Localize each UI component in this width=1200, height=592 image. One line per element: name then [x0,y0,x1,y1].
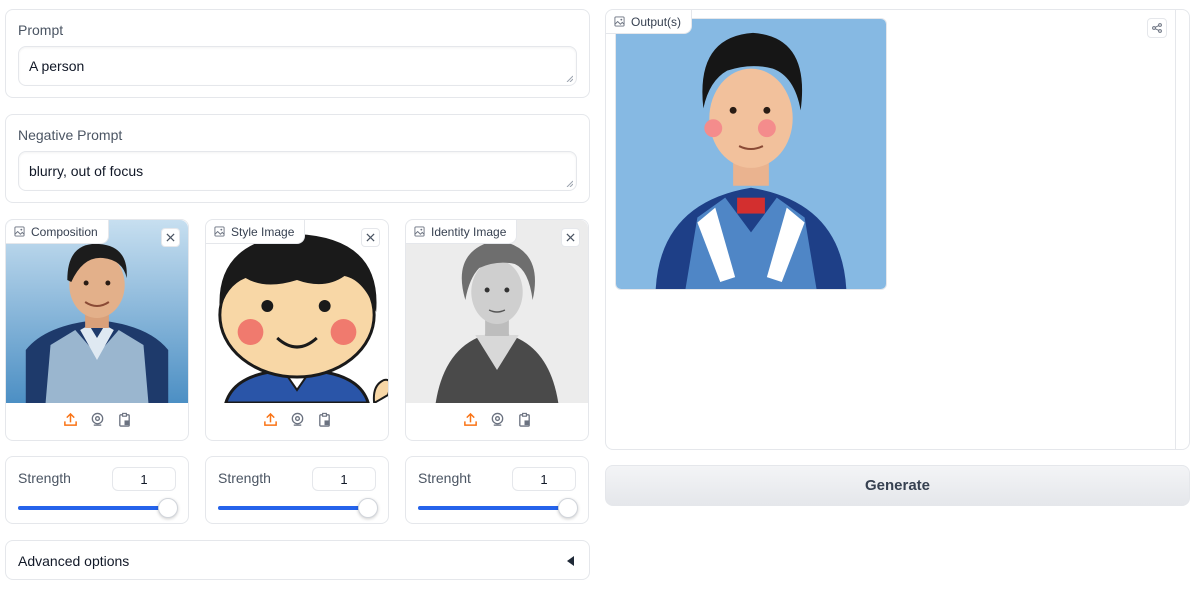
remove-identity-image-button[interactable] [561,228,580,247]
upload-icon[interactable] [263,412,278,427]
strength-slider[interactable] [418,498,579,518]
remove-composition-button[interactable] [161,228,180,247]
strength-label: Strength [218,470,271,486]
style-strength-block: Strength 1 [205,456,389,524]
webcam-icon[interactable] [90,412,105,427]
negative-prompt-input[interactable]: blurry, out of focus [18,151,577,191]
strength-slider[interactable] [18,498,179,518]
composition-strength-block: Strength 1 [5,456,189,524]
remove-style-image-button[interactable] [361,228,380,247]
image-icon [14,226,25,237]
upload-icon[interactable] [63,412,78,427]
identity-image-label-text: Identity Image [431,224,507,239]
advanced-options-accordion[interactable]: Advanced options [5,540,590,580]
composition-image [6,220,188,403]
share-button[interactable] [1147,18,1167,38]
close-icon [166,233,175,242]
identity-image [406,220,588,403]
identity-image-source-row [406,412,588,432]
composition-image-block: Composition [5,219,189,441]
prompt-block: Prompt A person [5,9,590,98]
negative-prompt-label: Negative Prompt [18,127,123,143]
caret-left-icon[interactable] [565,554,575,568]
slider-fill [418,506,569,510]
advanced-options-label: Advanced options [18,553,130,569]
style-image-label-text: Style Image [231,224,295,239]
slider-fill [218,506,369,510]
strength-label: Strenght [418,470,471,486]
identity-image-block: Identity Image [405,219,589,441]
clipboard-icon[interactable] [517,412,532,427]
image-icon [414,226,425,237]
resize-handle-icon[interactable] [565,179,573,187]
slider-fill [18,506,169,510]
output-label: Output(s) [606,10,693,34]
composition-source-row [6,412,188,432]
share-icon [1152,23,1162,33]
upload-icon[interactable] [463,412,478,427]
style-image-source-row [206,412,388,432]
negative-prompt-block: Negative Prompt blurry, out of focus [5,114,590,203]
identity-strength-block: Strenght 1 [405,456,589,524]
identity-image-label: Identity Image [406,220,518,244]
output-image [615,18,887,290]
prompt-input[interactable]: A person [18,46,577,86]
strength-number-input[interactable]: 1 [312,467,376,491]
strength-label: Strength [18,470,71,486]
style-image-block: Style Image [205,219,389,441]
strength-number-input[interactable]: 1 [512,467,576,491]
image-icon [614,16,625,27]
slider-thumb[interactable] [358,498,379,518]
webcam-icon[interactable] [290,412,305,427]
clipboard-icon[interactable] [317,412,332,427]
strength-slider[interactable] [218,498,379,518]
output-scrollbar[interactable] [1175,10,1189,449]
output-label-text: Output(s) [631,14,682,29]
style-image [206,220,388,403]
prompt-value: A person [29,58,85,74]
output-panel: Output(s) [605,9,1190,450]
negative-prompt-value: blurry, out of focus [29,163,144,179]
close-icon [366,233,375,242]
strength-number-input[interactable]: 1 [112,467,176,491]
generate-button[interactable]: Generate [605,465,1190,506]
close-icon [566,233,575,242]
clipboard-icon[interactable] [117,412,132,427]
webcam-icon[interactable] [490,412,505,427]
composition-label-text: Composition [31,224,98,239]
image-icon [214,226,225,237]
style-image-label: Style Image [206,220,306,244]
slider-thumb[interactable] [558,498,579,518]
resize-handle-icon[interactable] [565,74,573,82]
prompt-label: Prompt [18,22,64,38]
slider-thumb[interactable] [158,498,179,518]
composition-label: Composition [6,220,109,244]
